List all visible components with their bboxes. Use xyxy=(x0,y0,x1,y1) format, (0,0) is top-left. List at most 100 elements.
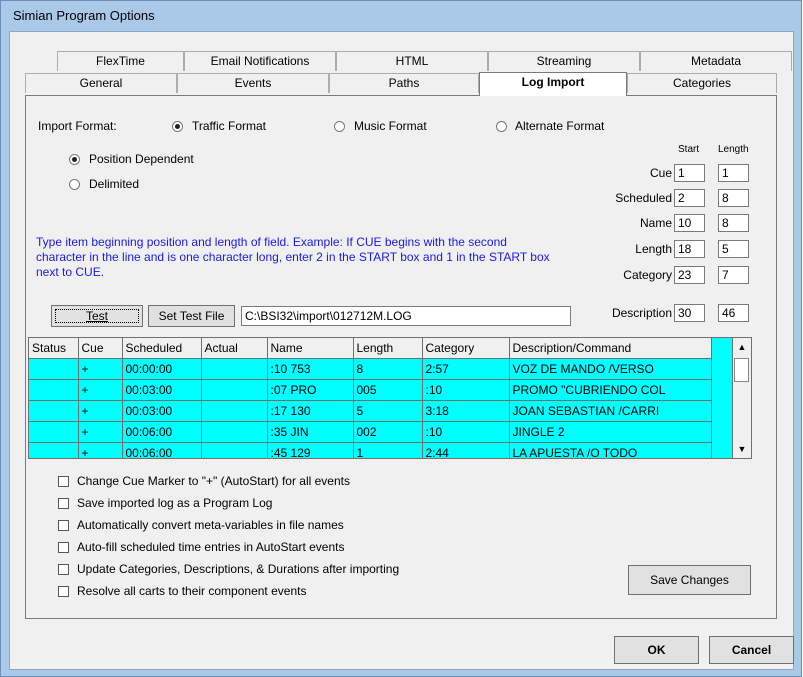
cell-description: JINGLE 2 xyxy=(509,421,712,443)
position-dependent-label: Position Dependent xyxy=(89,152,194,166)
cell-length: 1 xyxy=(353,442,423,458)
table-row[interactable]: + 00:00:00 :10 753 8 2:57 VOZ DE MANDO /… xyxy=(29,358,712,380)
name-start-input[interactable]: 10 xyxy=(674,214,705,232)
cell-category: 3:18 xyxy=(422,400,510,422)
convert-meta-variables-checkbox[interactable] xyxy=(58,520,69,531)
music-format-radio[interactable] xyxy=(334,121,345,132)
tab-html[interactable]: HTML xyxy=(336,51,488,71)
grid-header-row: Status Cue Scheduled Actual Name Length … xyxy=(29,338,712,359)
description-start-input[interactable]: 30 xyxy=(674,304,705,322)
cell-status xyxy=(29,400,79,422)
cell-status xyxy=(29,358,79,380)
tab-general[interactable]: General xyxy=(25,73,177,93)
cell-length: 002 xyxy=(353,421,423,443)
category-start-input[interactable]: 23 xyxy=(674,266,705,284)
set-test-file-button[interactable]: Set Test File xyxy=(148,305,235,327)
update-categories-checkbox[interactable] xyxy=(58,564,69,575)
length-field-label: Length xyxy=(635,242,672,256)
scroll-thumb[interactable] xyxy=(734,358,749,382)
save-as-program-log-checkbox[interactable] xyxy=(58,498,69,509)
cue-length-input[interactable]: 1 xyxy=(718,164,749,182)
traffic-format-label: Traffic Format xyxy=(192,119,267,133)
auto-fill-scheduled-checkbox[interactable] xyxy=(58,542,69,553)
cell-cue: + xyxy=(78,379,123,401)
name-length-input[interactable]: 8 xyxy=(718,214,749,232)
cell-name: :35 JIN xyxy=(267,421,354,443)
table-row[interactable]: + 00:03:00 :17 130 5 3:18 JOAN SEBASTIAN… xyxy=(29,400,712,422)
column-header-status[interactable]: Status xyxy=(29,338,79,359)
alternate-format-radio[interactable] xyxy=(496,121,507,132)
cell-description: VOZ DE MANDO /VERSO xyxy=(509,358,712,380)
position-dependent-radio[interactable] xyxy=(69,154,80,165)
log-preview-table: Status Cue Scheduled Actual Name Length … xyxy=(29,338,712,458)
window-title: Simian Program Options xyxy=(13,8,155,23)
scroll-up-arrow-icon[interactable]: ▲ xyxy=(733,338,751,356)
change-cue-marker-checkbox[interactable] xyxy=(58,476,69,487)
column-header-scheduled[interactable]: Scheduled xyxy=(122,338,202,359)
tab-events[interactable]: Events xyxy=(177,73,329,93)
column-header-cue[interactable]: Cue xyxy=(78,338,123,359)
delimited-label: Delimited xyxy=(89,177,140,191)
music-format-label: Music Format xyxy=(354,119,427,133)
cell-name: :17 130 xyxy=(267,400,354,422)
save-changes-button[interactable]: Save Changes xyxy=(628,565,751,595)
test-button-label: Test xyxy=(85,309,108,323)
tab-categories[interactable]: Categories xyxy=(627,73,777,93)
tab-log-import[interactable]: Log Import xyxy=(479,72,627,96)
auto-fill-scheduled-label: Auto-fill scheduled time entries in Auto… xyxy=(77,540,345,554)
category-field-label: Category xyxy=(623,268,672,282)
scheduled-start-input[interactable]: 2 xyxy=(674,189,705,207)
cell-name: :10 753 xyxy=(267,358,354,380)
tab-flextime[interactable]: FlexTime xyxy=(57,51,184,71)
ok-button[interactable]: OK xyxy=(614,636,699,664)
column-header-length[interactable]: Length xyxy=(353,338,423,359)
cell-length: 5 xyxy=(353,400,423,422)
test-button[interactable]: Test xyxy=(51,305,143,327)
scheduled-field-label: Scheduled xyxy=(615,191,672,205)
traffic-format-radio[interactable] xyxy=(172,121,183,132)
cell-status xyxy=(29,442,79,458)
table-row[interactable]: + 00:03:00 :07 PRO 005 :10 PROMO "CUBRIE… xyxy=(29,379,712,401)
options-window: Simian Program Options FlexTime Email No… xyxy=(0,0,802,677)
scroll-down-arrow-icon[interactable]: ▼ xyxy=(733,440,751,458)
cell-actual xyxy=(201,421,268,443)
title-bar[interactable]: Simian Program Options xyxy=(1,1,801,29)
grid-vertical-scrollbar[interactable]: ▲ ▼ xyxy=(732,338,751,458)
resolve-carts-checkbox[interactable] xyxy=(58,586,69,597)
cell-category: 2:57 xyxy=(422,358,510,380)
test-file-path-input[interactable]: C:\BSI32\import\012712M.LOG xyxy=(241,306,571,326)
length-length-input[interactable]: 5 xyxy=(718,240,749,258)
table-row[interactable]: + 00:06:00 :35 JIN 002 :10 JINGLE 2 xyxy=(29,421,712,443)
cue-start-input[interactable]: 1 xyxy=(674,164,705,182)
length-start-input[interactable]: 18 xyxy=(674,240,705,258)
cell-actual xyxy=(201,379,268,401)
convert-meta-variables-label: Automatically convert meta-variables in … xyxy=(77,518,344,532)
cell-actual xyxy=(201,442,268,458)
log-preview-grid[interactable]: Status Cue Scheduled Actual Name Length … xyxy=(28,337,752,459)
tab-email-notifications[interactable]: Email Notifications xyxy=(184,51,336,71)
scheduled-length-input[interactable]: 8 xyxy=(718,189,749,207)
cell-status xyxy=(29,421,79,443)
delimited-radio[interactable] xyxy=(69,179,80,190)
description-length-input[interactable]: 46 xyxy=(718,304,749,322)
cell-scheduled: 00:06:00 xyxy=(122,442,202,458)
column-header-description[interactable]: Description/Command xyxy=(509,338,712,359)
column-header-name[interactable]: Name xyxy=(267,338,354,359)
table-row[interactable]: + 00:06:00 :45 129 1 2:44 LA APUESTA /O … xyxy=(29,442,712,458)
cell-length: 8 xyxy=(353,358,423,380)
tab-streaming[interactable]: Streaming xyxy=(488,51,640,71)
cell-scheduled: 00:03:00 xyxy=(122,379,202,401)
column-header-actual[interactable]: Actual xyxy=(201,338,268,359)
update-categories-label: Update Categories, Descriptions, & Durat… xyxy=(77,562,400,576)
cell-name: :07 PRO xyxy=(267,379,354,401)
cancel-button[interactable]: Cancel xyxy=(709,636,794,664)
cell-name: :45 129 xyxy=(267,442,354,458)
cell-length: 005 xyxy=(353,379,423,401)
tab-paths[interactable]: Paths xyxy=(329,73,479,93)
description-field-label: Description xyxy=(611,306,672,320)
column-header-category[interactable]: Category xyxy=(422,338,510,359)
cell-cue: + xyxy=(78,400,123,422)
start-column-header: Start xyxy=(678,144,700,155)
tab-metadata[interactable]: Metadata xyxy=(640,51,792,71)
category-length-input[interactable]: 7 xyxy=(718,266,749,284)
